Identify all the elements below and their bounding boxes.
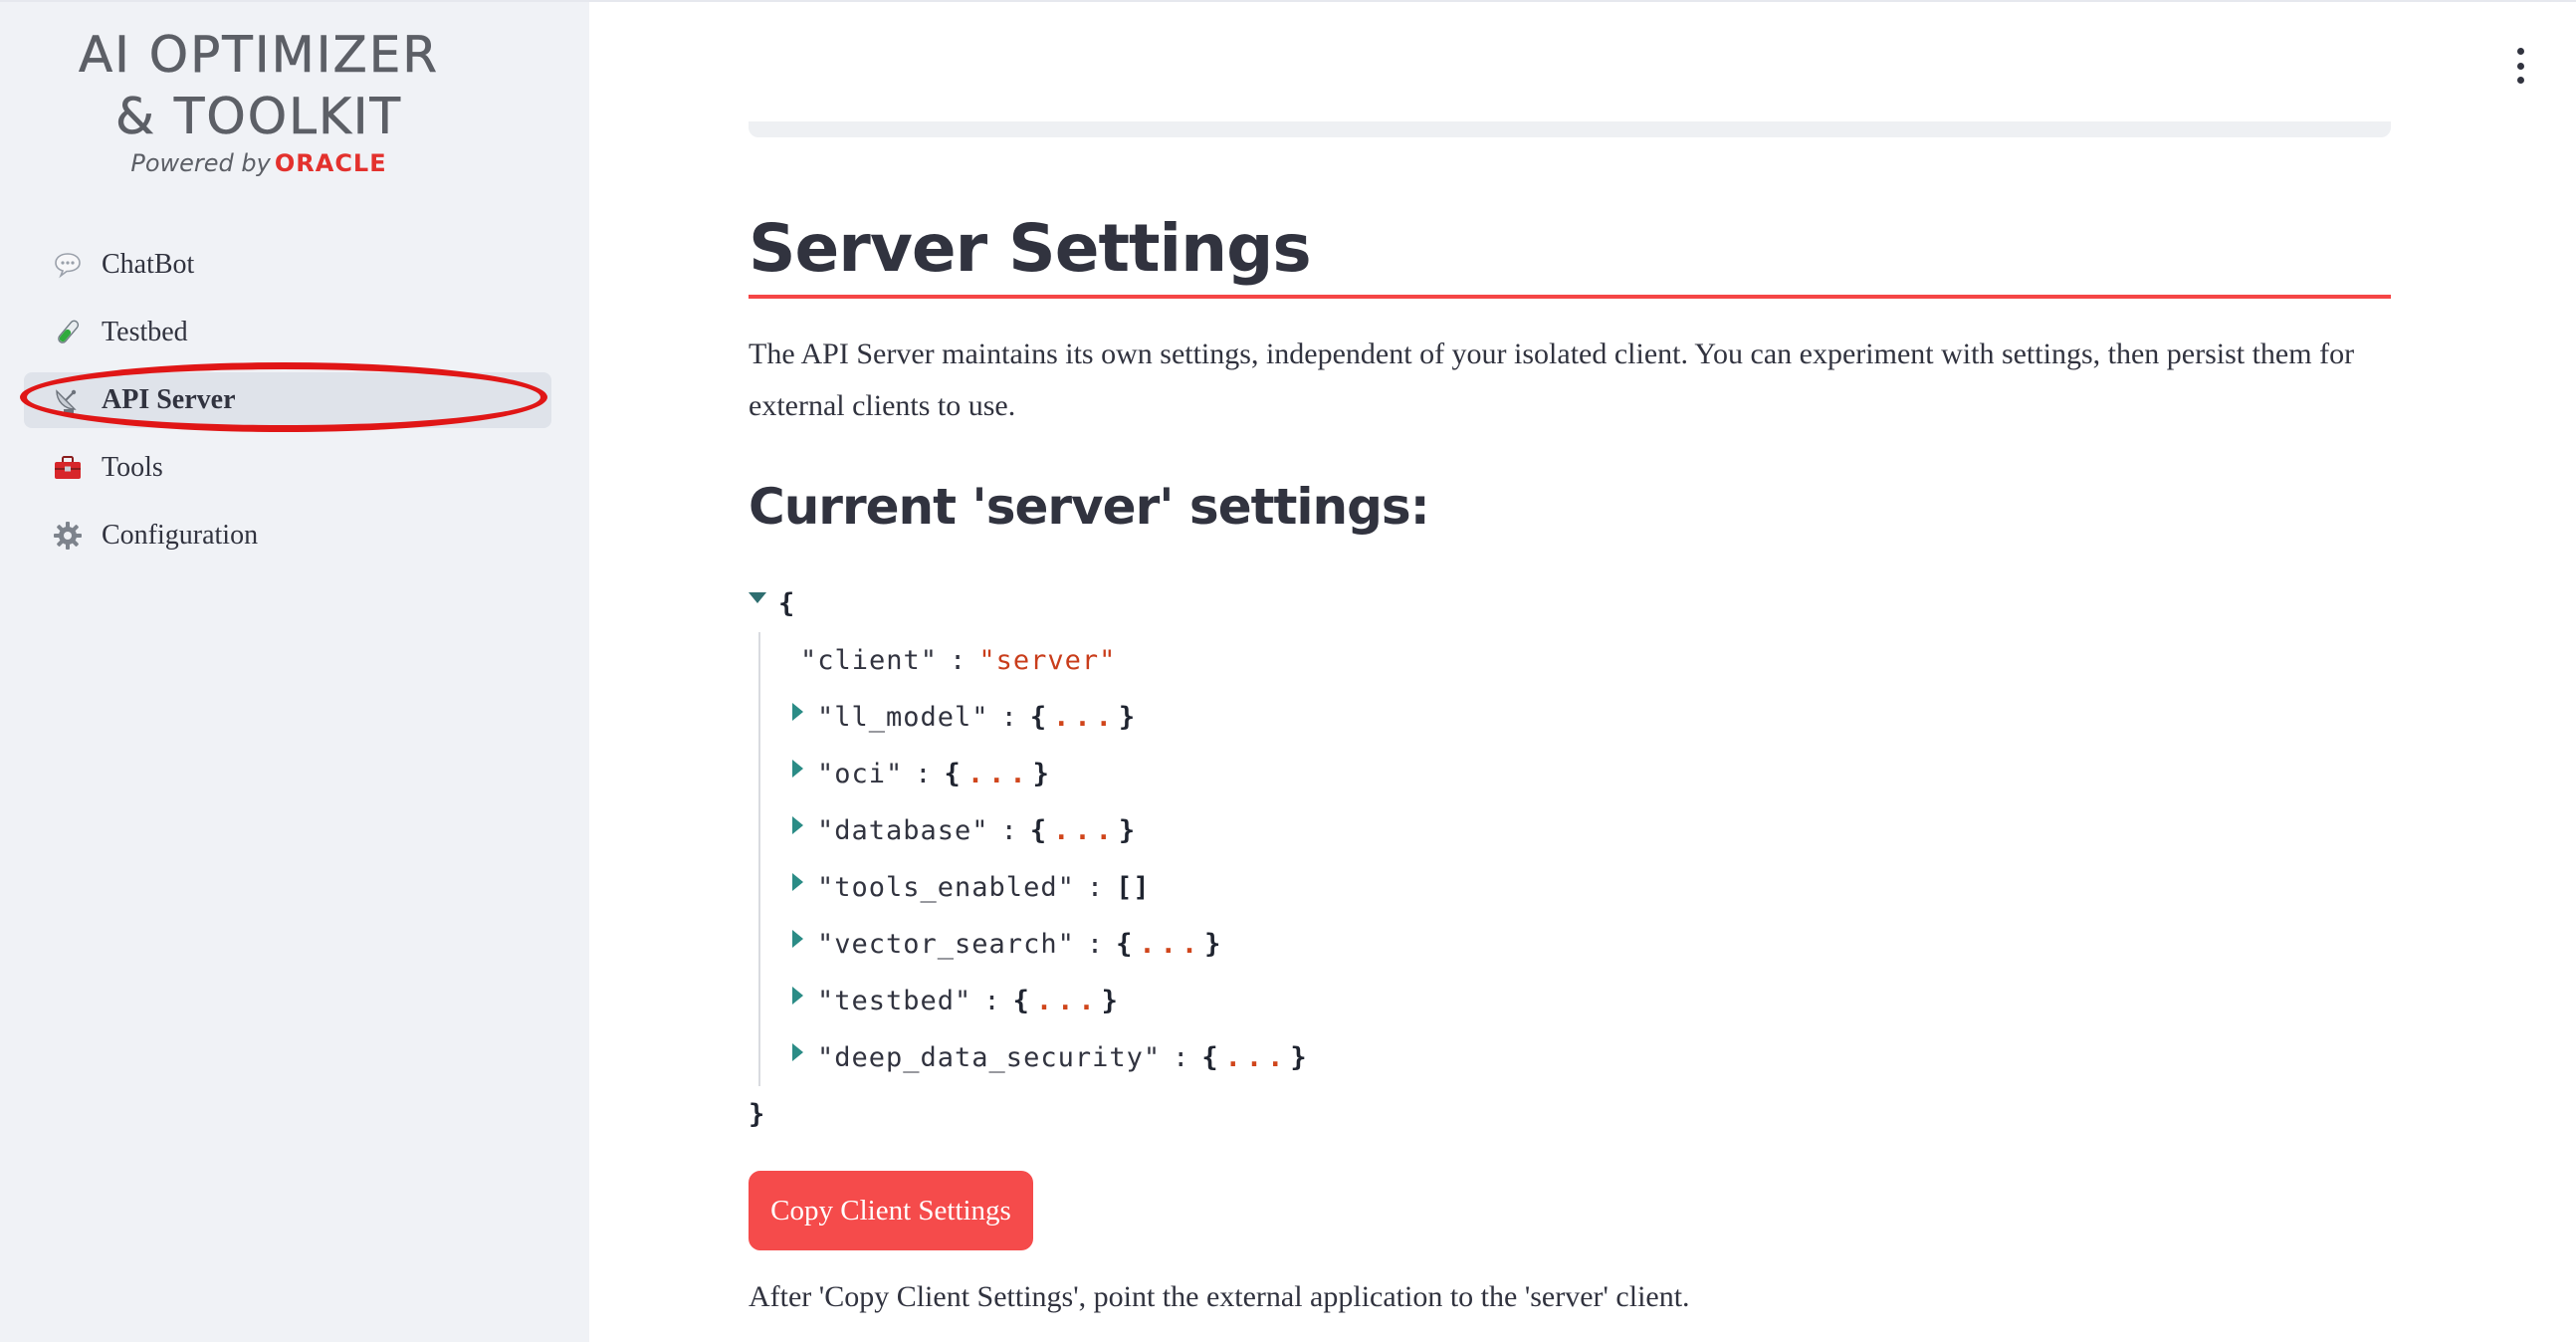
expand-caret-icon[interactable]: [792, 759, 803, 778]
json-key: "oci": [817, 759, 904, 789]
json-close-brace: }: [1118, 815, 1137, 846]
sidebar-item-label: Testbed: [102, 317, 188, 347]
json-node-ll-model[interactable]: "ll_model" : {...}: [792, 689, 2391, 746]
sidebar-item-label: Configuration: [102, 520, 259, 551]
json-open-brace: {: [1029, 815, 1048, 846]
json-close-brace: }: [1204, 929, 1222, 960]
main-content: Server Settings The API Server maintains…: [589, 2, 2576, 1342]
json-key: "ll_model": [817, 702, 989, 733]
json-node-oci[interactable]: "oci" : {...}: [792, 746, 2391, 802]
json-collapsed-ellipsis[interactable]: ...: [1139, 916, 1202, 973]
sidebar-item-tools[interactable]: Tools: [24, 440, 551, 496]
json-children: "client" : "server" "ll_model" : {...} "…: [758, 632, 2391, 1086]
json-root-line[interactable]: {: [749, 575, 2391, 632]
satellite-antenna-icon: [52, 384, 84, 416]
json-colon: :: [1086, 929, 1105, 960]
json-entry-client: "client" : "server": [800, 632, 2391, 689]
app-logo: AI OPTIMIZER & TOOLKIT Powered by ORACLE: [60, 24, 458, 177]
json-close-brace: }: [1118, 702, 1137, 733]
json-key: "database": [817, 815, 989, 846]
highlight-annotation-ring: [20, 362, 547, 432]
logo-line-1: AI OPTIMIZER: [78, 26, 440, 85]
header-decoration-bar: [749, 121, 2391, 137]
speech-bubble-icon: [52, 249, 84, 281]
menu-dot-icon: [2516, 77, 2524, 84]
json-open-brace: {: [1029, 702, 1048, 733]
json-collapsed-ellipsis[interactable]: ...: [1053, 802, 1117, 859]
json-colon: :: [915, 759, 933, 789]
json-colon: :: [983, 986, 1001, 1016]
json-close-brace: }: [1101, 986, 1119, 1016]
json-key: "client": [800, 645, 939, 676]
test-tube-icon: [52, 317, 84, 348]
app-window: AI OPTIMIZER & TOOLKIT Powered by ORACLE …: [0, 0, 2576, 1342]
sidebar-item-label: Tools: [102, 452, 163, 483]
json-key: "deep_data_security": [817, 1042, 1162, 1073]
json-close-brace: }: [1032, 759, 1050, 789]
json-open-brace: {: [1012, 986, 1030, 1016]
json-collapsed-ellipsis[interactable]: ...: [1036, 973, 1100, 1029]
gear-icon: [52, 520, 84, 552]
json-root-close-line: }: [749, 1086, 2391, 1143]
json-collapsed-ellipsis[interactable]: ...: [967, 746, 1031, 802]
json-collapsed-ellipsis[interactable]: ...: [1053, 689, 1117, 746]
json-colon: :: [1173, 1042, 1190, 1073]
expand-caret-icon[interactable]: [792, 929, 803, 948]
sidebar-item-label: ChatBot: [102, 249, 195, 280]
json-node-tools-enabled[interactable]: "tools_enabled" : []: [792, 859, 2391, 916]
json-node-deep-data-security[interactable]: "deep_data_security" : {...}: [792, 1029, 2391, 1086]
page-description: The API Server maintains its own setting…: [749, 337, 2355, 422]
json-colon: :: [1000, 702, 1018, 733]
menu-dot-icon: [2516, 48, 2524, 55]
json-colon: :: [1086, 872, 1105, 903]
sidebar-nav: ChatBot Testbed API Server Tools Configu…: [20, 237, 551, 575]
json-node-vector-search[interactable]: "vector_search" : {...}: [792, 916, 2391, 973]
logo-powered-by: Powered by ORACLE: [60, 149, 458, 177]
oracle-brand: ORACLE: [274, 149, 387, 177]
expand-caret-icon[interactable]: [792, 872, 803, 891]
logo-line-2: & TOOLKIT: [114, 88, 403, 146]
page-content: Server Settings The API Server maintains…: [749, 191, 2391, 1314]
after-copy-instructions: After 'Copy Client Settings', point the …: [749, 1280, 1690, 1313]
collapse-caret-icon[interactable]: [749, 592, 766, 603]
menu-dot-icon: [2516, 62, 2524, 70]
copy-client-settings-button[interactable]: Copy Client Settings: [749, 1171, 1033, 1250]
sidebar-item-label: API Server: [102, 384, 236, 415]
json-close-brace: }: [749, 1099, 766, 1130]
json-close-brace: }: [1290, 1042, 1308, 1073]
sidebar-item-api-server[interactable]: API Server: [20, 362, 551, 432]
json-string-value: "server": [978, 645, 1117, 676]
sidebar: AI OPTIMIZER & TOOLKIT Powered by ORACLE …: [0, 2, 589, 1342]
json-node-testbed[interactable]: "testbed" : {...}: [792, 973, 2391, 1029]
json-viewer: { "client" : "server" "ll_model" : {...}: [749, 575, 2391, 1143]
json-empty-array: []: [1116, 872, 1151, 903]
main-menu-button[interactable]: [2508, 48, 2532, 84]
expand-caret-icon[interactable]: [792, 702, 803, 721]
json-colon: :: [950, 645, 967, 676]
page-title: Server Settings: [749, 191, 2391, 299]
json-open-brace: {: [778, 588, 796, 619]
json-open-brace: {: [1201, 1042, 1219, 1073]
powered-by-text: Powered by: [130, 149, 271, 177]
expand-caret-icon[interactable]: [792, 815, 803, 834]
json-colon: :: [1000, 815, 1018, 846]
sidebar-item-configuration[interactable]: Configuration: [24, 508, 551, 563]
json-key: "testbed": [817, 986, 972, 1016]
sidebar-item-testbed[interactable]: Testbed: [24, 305, 551, 360]
expand-caret-icon[interactable]: [792, 1042, 803, 1061]
settings-subtitle: Current 'server' settings:: [749, 478, 1430, 536]
json-open-brace: {: [1116, 929, 1134, 960]
toolbox-icon: [52, 452, 84, 484]
json-node-database[interactable]: "database" : {...}: [792, 802, 2391, 859]
json-key: "vector_search": [817, 929, 1075, 960]
expand-caret-icon[interactable]: [792, 986, 803, 1005]
json-key: "tools_enabled": [817, 872, 1075, 903]
json-open-brace: {: [944, 759, 962, 789]
sidebar-item-chatbot[interactable]: ChatBot: [24, 237, 551, 293]
json-collapsed-ellipsis[interactable]: ...: [1225, 1029, 1289, 1086]
